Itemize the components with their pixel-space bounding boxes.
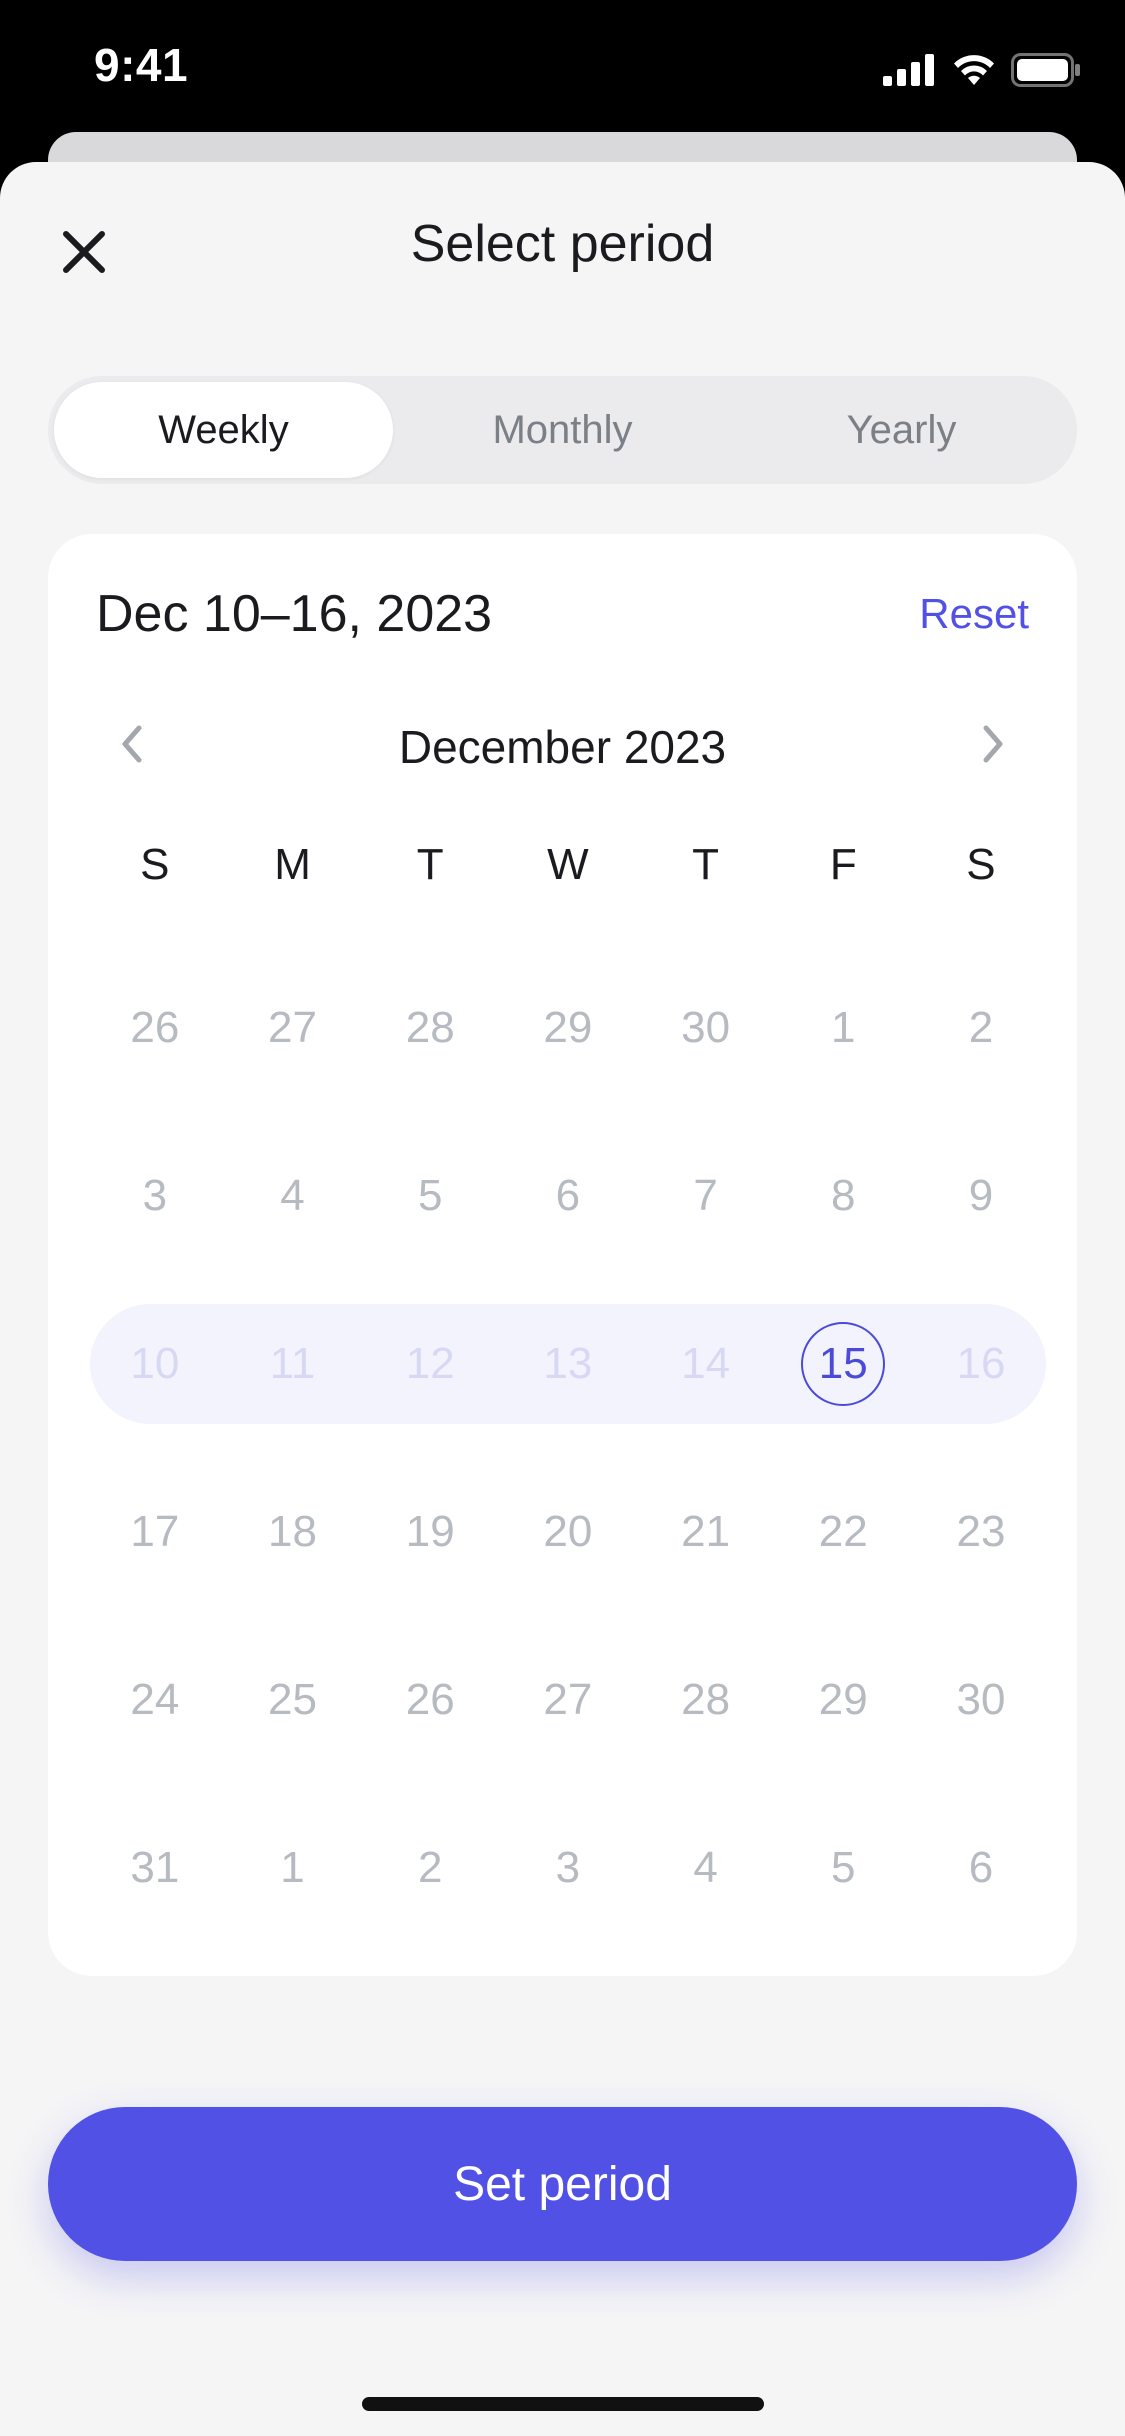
cellular-signal-icon: [883, 54, 934, 86]
weekday-header: S M T W T F S: [86, 840, 1050, 890]
calendar-day[interactable]: 21: [637, 1472, 775, 1592]
calendar-day[interactable]: 27: [224, 968, 362, 1088]
home-indicator: [362, 2397, 764, 2411]
month-label: December 2023: [398, 721, 727, 773]
calendar-week-row[interactable]: 26 27 28 29 30 1 2: [86, 944, 1050, 1112]
calendar-day[interactable]: 16: [912, 1304, 1050, 1424]
calendar-day[interactable]: 6: [912, 1808, 1050, 1928]
calendar-day[interactable]: 28: [361, 968, 499, 1088]
calendar-day[interactable]: 10: [86, 1304, 224, 1424]
calendar-day[interactable]: 14: [637, 1304, 775, 1424]
weekday-label: T: [692, 840, 720, 889]
segment-weekly[interactable]: Weekly: [54, 382, 393, 478]
calendar-day[interactable]: 6: [499, 1136, 637, 1256]
calendar-day[interactable]: 29: [499, 968, 637, 1088]
calendar-day[interactable]: 1: [774, 968, 912, 1088]
reset-button[interactable]: Reset: [919, 590, 1029, 638]
calendar-day[interactable]: 20: [499, 1472, 637, 1592]
calendar-day[interactable]: 31: [86, 1808, 224, 1928]
calendar-week-row[interactable]: 24 25 26 27 28 29 30: [86, 1616, 1050, 1784]
calendar-day[interactable]: 7: [637, 1136, 775, 1256]
weekday-label: F: [829, 840, 857, 889]
calendar-day[interactable]: 29: [774, 1640, 912, 1760]
calendar-grid: 26 27 28 29 30 1 2 3 4 5 6 7 8 9 10 11 1…: [86, 944, 1050, 1952]
battery-icon: [1011, 53, 1080, 87]
calendar-day[interactable]: 19: [361, 1472, 499, 1592]
calendar-day[interactable]: 26: [86, 968, 224, 1088]
calendar-day[interactable]: 1: [224, 1808, 362, 1928]
calendar-day[interactable]: 27: [499, 1640, 637, 1760]
calendar-day[interactable]: 4: [224, 1136, 362, 1256]
selected-week-row[interactable]: 10 11 12 13 14 15 16: [86, 1280, 1050, 1448]
calendar-week-row[interactable]: 3 4 5 6 7 8 9: [86, 1112, 1050, 1280]
calendar-week-row[interactable]: 31 1 2 3 4 5 6: [86, 1784, 1050, 1952]
calendar-day[interactable]: 11: [224, 1304, 362, 1424]
weekday-label: T: [416, 840, 444, 889]
weekday-label: S: [140, 840, 170, 889]
period-type-segmented-control: Weekly Monthly Yearly: [48, 376, 1077, 484]
calendar-day[interactable]: 2: [361, 1808, 499, 1928]
calendar-day[interactable]: 28: [637, 1640, 775, 1760]
month-navigation: December 2023: [48, 704, 1077, 784]
weekday-label: W: [547, 840, 589, 889]
calendar-day[interactable]: 24: [86, 1640, 224, 1760]
calendar-day[interactable]: 9: [912, 1136, 1050, 1256]
calendar-day[interactable]: 30: [912, 1640, 1050, 1760]
calendar-day[interactable]: 13: [499, 1304, 637, 1424]
set-period-button[interactable]: Set period: [48, 2107, 1077, 2261]
calendar-day[interactable]: 26: [361, 1640, 499, 1760]
status-bar: 9:41: [0, 0, 1125, 140]
segment-yearly[interactable]: Yearly: [732, 382, 1071, 478]
calendar-card: Dec 10–16, 2023 Reset December 2023 S M …: [48, 534, 1077, 1976]
status-icons: [883, 50, 1081, 90]
select-period-sheet: Select period Weekly Monthly Yearly Dec …: [0, 162, 1125, 2436]
page-title: Select period: [410, 215, 715, 273]
calendar-day[interactable]: 22: [774, 1472, 912, 1592]
calendar-day[interactable]: 18: [224, 1472, 362, 1592]
calendar-day[interactable]: 12: [361, 1304, 499, 1424]
calendar-day[interactable]: 23: [912, 1472, 1050, 1592]
calendar-day[interactable]: 2: [912, 968, 1050, 1088]
calendar-day[interactable]: 4: [637, 1808, 775, 1928]
calendar-day[interactable]: 25: [224, 1640, 362, 1760]
calendar-day[interactable]: 5: [361, 1136, 499, 1256]
status-time: 9:41: [94, 39, 189, 91]
calendar-day[interactable]: 17: [86, 1472, 224, 1592]
calendar-day[interactable]: 3: [86, 1136, 224, 1256]
chevron-right-icon: [983, 725, 1003, 763]
selected-range-text: Dec 10–16, 2023: [96, 585, 493, 643]
segment-monthly[interactable]: Monthly: [393, 382, 732, 478]
wifi-icon: [954, 55, 994, 85]
weekday-label: M: [274, 840, 311, 889]
next-month-button[interactable]: [961, 712, 1025, 776]
calendar-day[interactable]: 8: [774, 1136, 912, 1256]
weekday-label: S: [966, 840, 996, 889]
calendar-day[interactable]: 3: [499, 1808, 637, 1928]
today-day[interactable]: 15: [774, 1304, 912, 1424]
calendar-week-row[interactable]: 17 18 19 20 21 22 23: [86, 1448, 1050, 1616]
calendar-day[interactable]: 5: [774, 1808, 912, 1928]
calendar-day[interactable]: 30: [637, 968, 775, 1088]
